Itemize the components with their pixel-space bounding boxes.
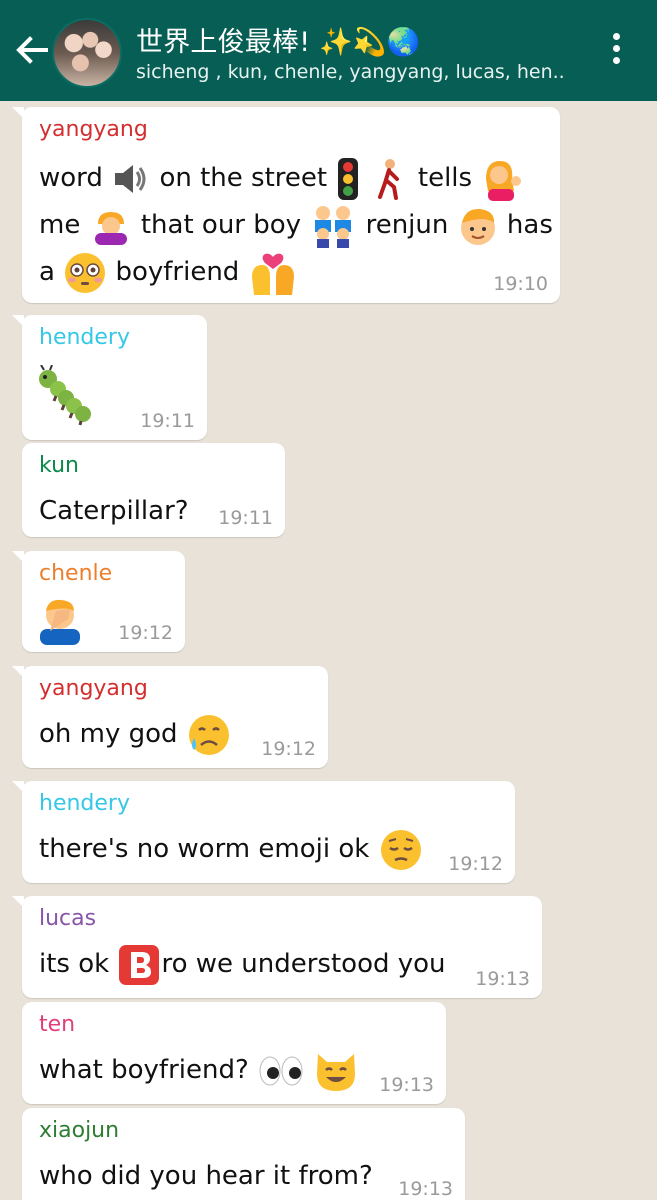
walking-man-icon: [377, 158, 399, 200]
sender-name: ten: [39, 1012, 76, 1037]
message-bubble[interactable]: ten what boyfriend? 19:13: [22, 1002, 446, 1104]
message-bubble[interactable]: hendery there's no worm emoji ok 19:12: [12, 781, 515, 883]
message-time: 19:11: [140, 410, 195, 432]
grinning-cat-icon: [317, 1053, 356, 1091]
message-time: 19:13: [475, 968, 530, 990]
sender-name: yangyang: [39, 676, 148, 701]
message-text: its ok ro we understood you: [39, 941, 446, 988]
bowing-woman-icon: [94, 211, 127, 245]
message-bubble[interactable]: hendery 19:11: [12, 315, 207, 440]
sender-name: lucas: [39, 906, 97, 931]
woman-tipping-hand-icon: [486, 160, 522, 201]
b-button-icon: [119, 944, 160, 985]
message-text: a boyfriend: [39, 249, 298, 296]
speaker-icon: [115, 164, 146, 193]
message-bubble[interactable]: xiaojun who did you hear it from? 19:13: [22, 1108, 465, 1200]
message-text: me that our boy renjun has: [39, 202, 553, 249]
pensive-face-icon: [380, 829, 421, 870]
caterpillar-icon: [39, 365, 91, 426]
sad-sweat-face-icon: [188, 714, 229, 755]
group-avatar[interactable]: [52, 18, 122, 88]
message-text: oh my god: [39, 711, 232, 758]
message-text: there's no worm emoji ok: [39, 826, 424, 873]
arrow-left-icon: [16, 36, 48, 64]
sender-name: xiaojun: [39, 1118, 120, 1143]
sender-name: kun: [39, 453, 79, 478]
message-bubble[interactable]: kun Caterpillar? 19:11: [22, 443, 285, 537]
message-bubble[interactable]: lucas its ok ro we understood you 19:13: [12, 896, 542, 998]
eyes-icon: [259, 1056, 303, 1085]
boy-face-icon: [460, 208, 495, 245]
message-list[interactable]: yangyang word on the street tells me tha…: [0, 101, 657, 1200]
message-time: 19:12: [261, 738, 316, 760]
message-bubble[interactable]: yangyang word on the street tells me tha…: [12, 107, 560, 303]
group-members[interactable]: sicheng , kun, chenle, yangyang, lucas, …: [136, 61, 566, 83]
flushed-face-icon: [65, 252, 106, 293]
back-button[interactable]: [10, 28, 54, 72]
family-icon: [315, 205, 352, 248]
message-bubble[interactable]: yangyang oh my god 19:12: [12, 666, 328, 768]
message-time: 19:13: [379, 1074, 434, 1096]
message-text: who did you hear it from?: [39, 1161, 373, 1191]
sender-name: yangyang: [39, 117, 148, 142]
facepalm-icon: [40, 599, 80, 645]
message-text: Caterpillar?: [39, 496, 189, 526]
message-time: 19:10: [493, 273, 548, 295]
message-text: what boyfriend?: [39, 1047, 359, 1094]
message-time: 19:11: [218, 507, 273, 529]
message-time: 19:13: [398, 1178, 453, 1200]
message-bubble[interactable]: chenle 19:12: [12, 551, 185, 652]
group-title[interactable]: 世界上俊最棒! ✨💫🌏: [136, 20, 420, 59]
traffic-light-icon: [338, 157, 359, 200]
message-text: word on the street tells: [39, 155, 524, 202]
sender-name: hendery: [39, 325, 130, 350]
sender-name: chenle: [39, 561, 113, 586]
more-options-button[interactable]: [598, 28, 634, 74]
chat-header: 世界上俊最棒! ✨💫🌏 sicheng , kun, chenle, yangy…: [0, 0, 657, 101]
message-time: 19:12: [118, 622, 173, 644]
kissing-couple-icon: [251, 253, 294, 295]
message-time: 19:12: [448, 853, 503, 875]
sender-name: hendery: [39, 791, 130, 816]
